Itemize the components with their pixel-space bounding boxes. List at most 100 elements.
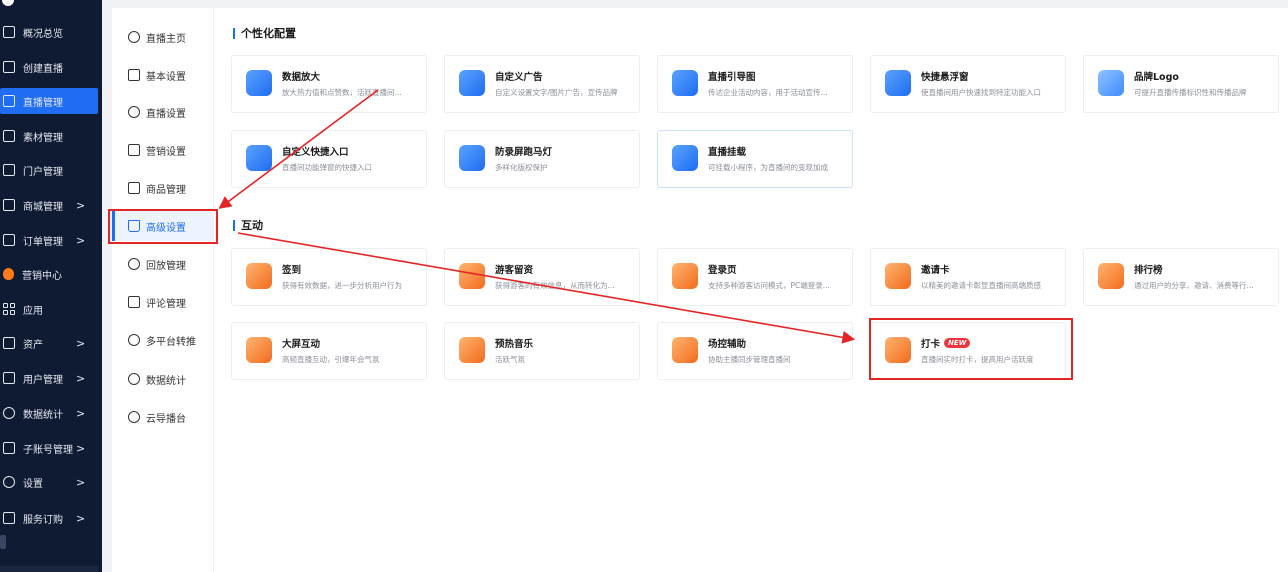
feature-card[interactable]: 品牌Logo 可提升直播传播标识性和传播品牌 <box>1083 55 1279 113</box>
float-window-icon <box>885 70 911 96</box>
submenu-item-2[interactable]: 直播设置 <box>128 102 218 122</box>
sidebar-item-7[interactable]: 营销中心 <box>0 261 98 287</box>
submenu-item-7[interactable]: 评论管理 <box>128 292 218 312</box>
section-title-bar <box>233 219 235 231</box>
sidebar-item-label: 设置 <box>23 478 43 490</box>
sidebar-item-label: 应用 <box>23 305 43 317</box>
feature-card[interactable]: 场控辅助 协助主播同步管理直播间 <box>657 322 853 380</box>
submenu-item-0[interactable]: 直播主页 <box>128 27 218 47</box>
feature-card-desc: 可提升直播传播标识性和传播品牌 <box>1134 88 1247 97</box>
sidebar-item-1[interactable]: 创建直播 <box>0 54 98 80</box>
sidebar-item-8[interactable]: 应用 <box>0 296 98 322</box>
gift-icon <box>128 144 140 156</box>
feature-card-title-text: 签到 <box>282 265 302 276</box>
feature-card[interactable]: 游客留资 获得游客的有效信息，从而转化为... <box>444 248 640 306</box>
feature-card[interactable]: 自定义快捷入口 直播间功能弹窗的快捷入口 <box>231 130 427 188</box>
feature-card[interactable]: 预热音乐 活跃气氛 <box>444 322 640 380</box>
chevron-right-icon: > <box>76 406 86 420</box>
section-title-personalization: 个性化配置 <box>233 25 296 41</box>
pie-chart-icon <box>3 407 15 419</box>
feature-card-title: 直播挂载 <box>708 144 746 158</box>
order-icon <box>3 234 15 246</box>
feature-card-desc: 支持多种游客访问模式，PC端登录... <box>708 281 830 290</box>
sidebar-item-0[interactable]: 概况总览 <box>0 19 98 45</box>
section-title-interaction: 互动 <box>233 217 263 233</box>
live-submenu <box>112 8 214 572</box>
sidebar-item-label: 子账号管理 <box>23 444 73 456</box>
sidebar-item-label: 用户管理 <box>23 374 63 386</box>
feature-card-title-text: 防录屏跑马灯 <box>495 147 553 158</box>
feature-card-title: 排行榜 <box>1134 262 1163 276</box>
sidebar-item-13[interactable]: 设置 > <box>0 469 98 495</box>
sidebar-item-label: 资产 <box>23 339 43 351</box>
sidebar-item-4[interactable]: 门户管理 <box>0 157 98 183</box>
sidebar-item-label: 创建直播 <box>23 63 63 75</box>
login-icon <box>672 263 698 289</box>
service-icon <box>3 512 15 524</box>
feature-card[interactable]: 登录页支持多种游客访问模式，PC端登录... <box>657 248 853 306</box>
invite-card-icon <box>885 263 911 289</box>
sidebar-item-11[interactable]: 数据统计 > <box>0 400 98 426</box>
feature-card[interactable]: 快捷悬浮窗 使直播间用户快速找到特定功能入口 <box>870 55 1066 113</box>
submenu-item-3[interactable]: 营销设置 <box>128 140 218 160</box>
sidebar-item-14[interactable]: 服务订购 > <box>0 505 98 531</box>
submenu-active-indicator <box>112 211 115 241</box>
stats-icon <box>128 373 140 385</box>
submenu-item-label: 评论管理 <box>146 298 186 310</box>
feature-card[interactable]: 直播挂载 可挂载小程序，为直播间的变现加成 <box>657 130 853 188</box>
feature-card[interactable]: 数据放大 放大热力值和点赞数，活跃直播间... <box>231 55 427 113</box>
sidebar-item-5[interactable]: 商城管理 > <box>0 192 98 218</box>
submenu-item-9[interactable]: 数据统计 <box>128 369 218 389</box>
feature-card-title: 自定义广告 <box>495 69 543 83</box>
checkin-icon <box>885 337 911 363</box>
sidebar-item-6[interactable]: 订单管理 > <box>0 227 98 253</box>
feature-card[interactable]: 签到获得有效数据，进一步分析用户行为 <box>231 248 427 306</box>
logo-icon <box>1098 70 1124 96</box>
feature-card[interactable]: 邀请卡 以精美的邀请卡彰显直播间高端质感 <box>870 248 1066 306</box>
feature-card[interactable]: 排行榜 通过用户的分享、邀请、消费等行... <box>1083 248 1279 306</box>
submenu-item-label: 高级设置 <box>146 222 186 234</box>
chart-up-icon <box>246 70 272 96</box>
feature-card-title: 邀请卡 <box>921 262 950 276</box>
feature-card[interactable]: 自定义广告 自定义设置文字/图片广告，宣传品牌 <box>444 55 640 113</box>
submenu-item-label: 基本设置 <box>146 71 186 83</box>
sidebar-item-label: 订单管理 <box>23 236 63 248</box>
submenu-item-label: 直播设置 <box>146 108 186 120</box>
sidebar-item-10[interactable]: 用户管理 > <box>0 365 98 391</box>
sidebar-item-3[interactable]: 素材管理 <box>0 123 98 149</box>
feature-card-title: 大屏互动 <box>282 336 320 350</box>
feature-card-title-text: 数据放大 <box>282 72 321 83</box>
feature-card[interactable]: 大屏互动 高频直播互动，引爆年会气氛 <box>231 322 427 380</box>
submenu-item-6[interactable]: 回放管理 <box>128 254 218 274</box>
sidebar-item-2[interactable]: 直播管理 <box>0 88 98 114</box>
feature-card-title: 打卡 NEW <box>921 336 971 350</box>
collapse-handle-icon[interactable] <box>0 535 6 549</box>
submenu-item-label: 云导播台 <box>146 413 186 425</box>
submenu-item-1[interactable]: 基本设置 <box>128 65 218 85</box>
calendar-check-icon <box>246 263 272 289</box>
feature-card[interactable]: 防录屏跑马灯 多样化版权保护 <box>444 130 640 188</box>
feature-card-title-text: 排行榜 <box>1134 265 1163 276</box>
sidebar-item-9[interactable]: 资产 > <box>0 330 98 356</box>
sidebar-item-12[interactable]: 子账号管理 > <box>0 435 98 461</box>
submenu-item-5[interactable]: 高级设置 <box>128 216 218 236</box>
cloud-icon <box>128 411 140 423</box>
trophy-icon <box>1098 263 1124 289</box>
submenu-item-label: 数据统计 <box>146 375 186 387</box>
bag-icon <box>128 182 140 194</box>
feature-card-title: 直播引导图 <box>708 69 756 83</box>
submenu-item-8[interactable]: 多平台转推 <box>128 330 218 350</box>
music-icon <box>459 337 485 363</box>
feature-card-title: 登录页 <box>708 262 737 276</box>
apps-grid-icon <box>3 303 15 315</box>
feature-card[interactable]: 直播引导图 传达企业活动内容，用于活动宣传... <box>657 55 853 113</box>
control-icon <box>672 337 698 363</box>
monitor-icon <box>3 26 15 38</box>
feature-card-desc: 获得有效数据，进一步分析用户行为 <box>282 281 402 290</box>
submenu-item-10[interactable]: 云导播台 <box>128 407 218 427</box>
feature-card-title-text: 预热音乐 <box>495 339 534 350</box>
feature-card[interactable]: 打卡 NEW 直播间实时打卡，提高用户活跃度 <box>870 322 1066 380</box>
section-title-text: 互动 <box>241 219 263 232</box>
submenu-item-4[interactable]: 商品管理 <box>128 178 218 198</box>
share-icon <box>128 334 140 346</box>
